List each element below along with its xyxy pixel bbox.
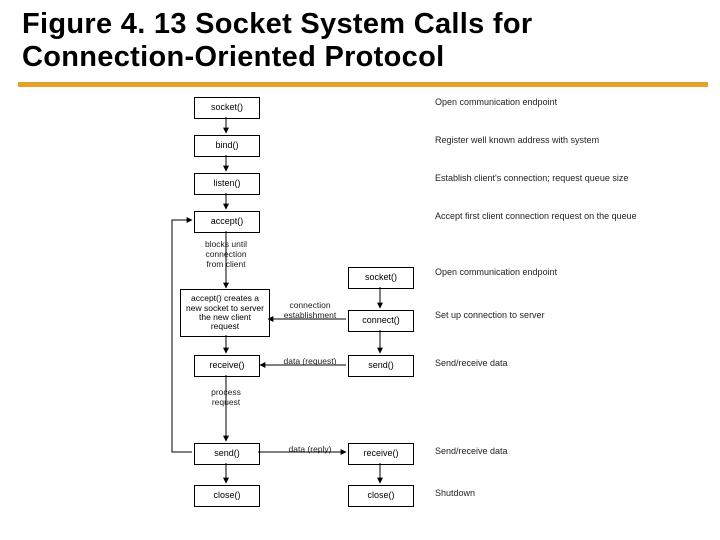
label-req: data (request) [280, 356, 340, 366]
desc-socket-client: Open communication endpoint [435, 267, 557, 278]
label-estab: connection establishment [275, 300, 345, 320]
server-bind: bind() [194, 135, 260, 157]
server-accept: accept() [194, 211, 260, 233]
page-title: Figure 4. 13 Socket System Calls for Con… [22, 8, 702, 75]
client-socket: socket() [348, 267, 414, 289]
server-send: send() [194, 443, 260, 465]
desc-data1: Send/receive data [435, 358, 508, 369]
desc-bind: Register well known address with system [435, 135, 599, 146]
server-receive: receive() [194, 355, 260, 377]
server-close: close() [194, 485, 260, 507]
client-receive: receive() [348, 443, 414, 465]
label-reply: data (reply) [280, 444, 340, 454]
desc-listen: Establish client's connection; request q… [435, 173, 628, 184]
desc-connect: Set up connection to server [435, 310, 545, 321]
note-blocks: blocks until connection from client [198, 240, 254, 269]
server-listen: listen() [194, 173, 260, 195]
desc-close: Shutdown [435, 488, 475, 499]
server-socket: socket() [194, 97, 260, 119]
title-rule [18, 82, 708, 87]
client-connect: connect() [348, 310, 414, 332]
desc-data2: Send/receive data [435, 446, 508, 457]
desc-socket-server: Open communication endpoint [435, 97, 557, 108]
note-new-socket: accept() creates a new socket to server … [180, 289, 270, 337]
client-close: close() [348, 485, 414, 507]
note-process: process request [200, 388, 252, 408]
client-send: send() [348, 355, 414, 377]
desc-accept: Accept first client connection request o… [435, 211, 637, 222]
